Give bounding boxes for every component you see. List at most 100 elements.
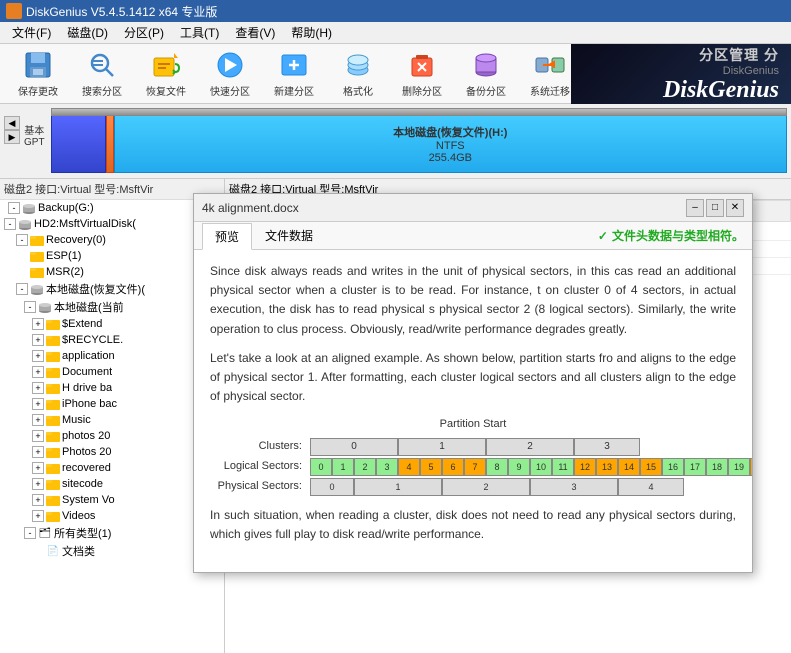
tree-item-recycle[interactable]: +$RECYCLE. bbox=[0, 332, 224, 348]
save-changes-button[interactable]: 保存更改 bbox=[8, 48, 68, 100]
logo-tagline: 分区管理 分 bbox=[699, 45, 779, 65]
format-icon bbox=[342, 49, 374, 81]
tree-item-hdrive[interactable]: +H drive ba bbox=[0, 380, 224, 396]
tree-label-extend: $Extend bbox=[62, 318, 102, 330]
pd-physical-label: Physical Sectors: bbox=[210, 478, 310, 496]
file-tree-sidebar: 磁盘2 接口:Virtual 型号:MsftVir -Backup(G:)-HD… bbox=[0, 179, 225, 653]
tree-item-doctype[interactable]: 📄文档类 bbox=[0, 542, 224, 560]
tree-label-sitecode: sitecode bbox=[62, 478, 103, 490]
menu-file[interactable]: 文件(F) bbox=[4, 22, 59, 43]
float-tab-bar: 预览 文件数据 ✓ 文件头数据与类型相符。 bbox=[194, 222, 752, 250]
tree-toggle-music[interactable]: + bbox=[32, 414, 44, 426]
float-content: Since disk always reads and writes in th… bbox=[194, 250, 752, 572]
logical-cell-4: 4 bbox=[398, 458, 420, 476]
logical-cell-15: 15 bbox=[640, 458, 662, 476]
tree-icon-local-current bbox=[38, 300, 52, 314]
tree-item-esp[interactable]: ESP(1) bbox=[0, 248, 224, 264]
tree-item-msr[interactable]: MSR(2) bbox=[0, 264, 224, 280]
logical-cell-12: 12 bbox=[574, 458, 596, 476]
tree-label-hd2: HD2:MsftVirtualDisk( bbox=[34, 218, 136, 230]
nav-prev[interactable]: ◀ bbox=[4, 116, 20, 130]
tree-item-alltypes[interactable]: -🗂所有类型(1) bbox=[0, 524, 224, 542]
tree-item-sitecode[interactable]: + sitecode bbox=[0, 476, 224, 492]
migrate-system-icon bbox=[534, 49, 566, 81]
disk-seg-blue1[interactable] bbox=[51, 116, 106, 173]
float-maximize-button[interactable]: □ bbox=[706, 199, 724, 217]
recover-files-button[interactable]: 恢复文件 bbox=[136, 48, 196, 100]
tab-preview[interactable]: 预览 bbox=[202, 223, 252, 250]
tree-toggle-backup[interactable]: - bbox=[8, 202, 20, 214]
float-close-button[interactable]: ✕ bbox=[726, 199, 744, 217]
quick-partition-button[interactable]: 快速分区 bbox=[200, 48, 260, 100]
backup-partition-button[interactable]: 备份分区 bbox=[456, 48, 516, 100]
menu-disk[interactable]: 磁盘(D) bbox=[59, 22, 116, 43]
tree-toggle-documents[interactable]: + bbox=[32, 366, 44, 378]
save-changes-label: 保存更改 bbox=[18, 83, 58, 98]
logical-cell-8: 8 bbox=[486, 458, 508, 476]
menu-bar: 文件(F) 磁盘(D) 分区(P) 工具(T) 查看(V) 帮助(H) bbox=[0, 22, 791, 44]
tree-toggle-local-current[interactable]: - bbox=[24, 301, 36, 313]
tree-toggle-sitecode[interactable]: + bbox=[32, 478, 44, 490]
logical-cell-19: 19 bbox=[728, 458, 750, 476]
tree-item-local[interactable]: -本地磁盘(恢复文件)( bbox=[0, 280, 224, 298]
tree-toggle-recovery[interactable]: - bbox=[16, 234, 28, 246]
tree-toggle-hdrive[interactable]: + bbox=[32, 382, 44, 394]
tree-toggle-application[interactable]: + bbox=[32, 350, 44, 362]
menu-tools[interactable]: 工具(T) bbox=[172, 22, 227, 43]
tree-icon-documents bbox=[46, 365, 60, 379]
tree-item-videos[interactable]: +Videos bbox=[0, 508, 224, 524]
tree-toggle-iphone[interactable]: + bbox=[32, 398, 44, 410]
migrate-system-label: 系统迁移 bbox=[530, 83, 570, 98]
tree-toggle-videos[interactable]: + bbox=[32, 510, 44, 522]
tree-item-extend[interactable]: + $Extend bbox=[0, 316, 224, 332]
float-minimize-button[interactable]: – bbox=[686, 199, 704, 217]
tree-item-music[interactable]: +Music bbox=[0, 412, 224, 428]
tree-icon-hdrive bbox=[46, 381, 60, 395]
format-button[interactable]: 格式化 bbox=[328, 48, 388, 100]
new-partition-button[interactable]: 新建分区 bbox=[264, 48, 324, 100]
nav-next[interactable]: ▶ bbox=[4, 130, 20, 144]
tree-icon-extend bbox=[46, 317, 60, 331]
tree-toggle-hd2[interactable]: - bbox=[4, 218, 16, 230]
tree-toggle-photos20b[interactable]: + bbox=[32, 446, 44, 458]
logo-area: 分区管理 分 DiskGenius DiskGenius bbox=[571, 44, 791, 104]
disk-seg-main[interactable]: 本地磁盘(恢复文件)(H:) NTFS 255.4GB bbox=[114, 116, 787, 173]
save-icon bbox=[22, 49, 54, 81]
tree-label-local-current: 本地磁盘(当前 bbox=[54, 299, 124, 315]
tree-toggle-alltypes[interactable]: - bbox=[24, 527, 36, 539]
search-partition-button[interactable]: 搜索分区 bbox=[72, 48, 132, 100]
tree-item-photos20b[interactable]: +Photos 20 bbox=[0, 444, 224, 460]
quick-partition-label: 快速分区 bbox=[210, 83, 250, 98]
tree-toggle-recycle[interactable]: + bbox=[32, 334, 44, 346]
tree-icon-alltypes: 🗂 bbox=[38, 526, 52, 540]
tree-item-systemvol[interactable]: + System Vo bbox=[0, 492, 224, 508]
tree-item-hd2[interactable]: - HD2:MsftVirtualDisk( bbox=[0, 216, 224, 232]
tree-item-recovery[interactable]: -Recovery(0) bbox=[0, 232, 224, 248]
menu-view[interactable]: 查看(V) bbox=[227, 22, 283, 43]
tree-item-application[interactable]: +application bbox=[0, 348, 224, 364]
disk-seg-orange[interactable] bbox=[106, 116, 114, 173]
tree-toggle-extend[interactable]: + bbox=[32, 318, 44, 330]
tree-toggle-photos20a[interactable]: + bbox=[32, 430, 44, 442]
main-seg-type: NTFS bbox=[436, 140, 465, 152]
tree-label-backup: Backup(G:) bbox=[38, 202, 94, 214]
menu-partition[interactable]: 分区(P) bbox=[116, 22, 172, 43]
tree-item-recovered[interactable]: +recovered bbox=[0, 460, 224, 476]
pd-cluster-0: 0 bbox=[310, 438, 398, 456]
tree-toggle-recovered[interactable]: + bbox=[32, 462, 44, 474]
logical-cell-1: 1 bbox=[332, 458, 354, 476]
tree-item-photos20a[interactable]: +photos 20 bbox=[0, 428, 224, 444]
tree-item-backup[interactable]: - Backup(G:) bbox=[0, 200, 224, 216]
tree-item-documents[interactable]: +Document bbox=[0, 364, 224, 380]
tree-icon-photos20b bbox=[46, 445, 60, 459]
tree-toggle-systemvol[interactable]: + bbox=[32, 494, 44, 506]
tree-toggle-local[interactable]: - bbox=[16, 283, 28, 295]
tree-item-local-current[interactable]: - 本地磁盘(当前 bbox=[0, 298, 224, 316]
tree-label-systemvol: System Vo bbox=[62, 494, 115, 506]
pd-clusters-label: Clusters: bbox=[210, 438, 310, 456]
tree-item-iphone[interactable]: +iPhone bac bbox=[0, 396, 224, 412]
delete-partition-button[interactable]: 删除分区 bbox=[392, 48, 452, 100]
tab-file-data[interactable]: 文件数据 bbox=[252, 222, 326, 249]
logical-cell-10: 10 bbox=[530, 458, 552, 476]
menu-help[interactable]: 帮助(H) bbox=[283, 22, 340, 43]
